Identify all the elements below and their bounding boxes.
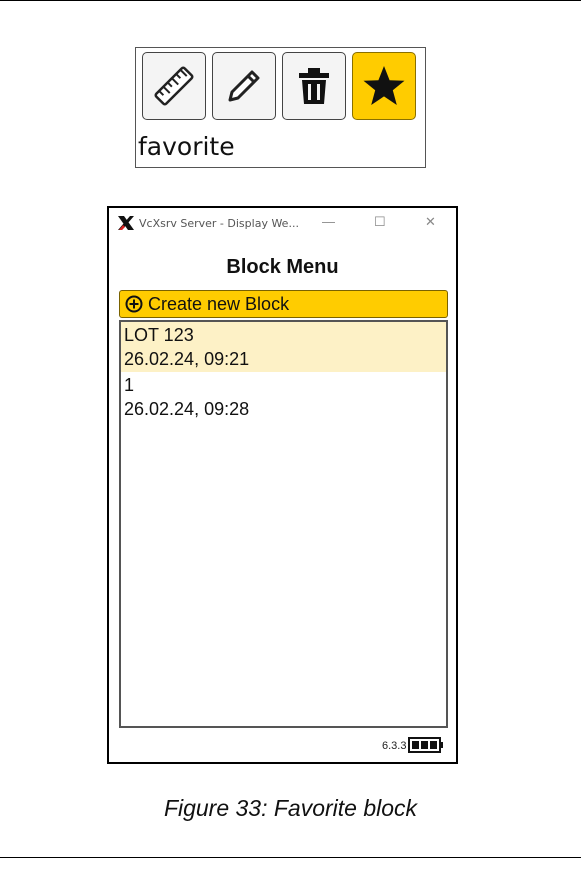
block-name: LOT 123	[124, 325, 194, 345]
figure-caption: Figure 33: Favorite block	[163, 795, 418, 821]
ruler-icon	[154, 66, 194, 106]
maximize-button[interactable]: ☐	[374, 214, 386, 230]
block-name: 1	[124, 375, 135, 395]
top-rule	[0, 0, 581, 1]
create-block-button[interactable]: Create new Block	[119, 290, 448, 318]
bottom-rule	[0, 857, 581, 858]
add-circle-icon	[125, 295, 143, 313]
window-titlebar: VcXsrv Server - Display We... — ☐ ✕	[109, 208, 456, 238]
block-date: 26.02.24, 09:28	[124, 399, 250, 419]
pencil-icon	[228, 70, 260, 102]
trash-icon	[299, 68, 329, 104]
create-block-label: Create new Block	[148, 294, 290, 314]
block-date: 26.02.24, 09:21	[124, 349, 250, 369]
block-list[interactable]: LOT 123 26.02.24, 09:21 1 26.02.24, 09:2…	[119, 320, 448, 728]
favorite-button[interactable]	[352, 52, 416, 120]
list-item[interactable]: LOT 123 26.02.24, 09:21	[121, 322, 446, 372]
measure-button[interactable]	[142, 52, 206, 120]
delete-button[interactable]	[282, 52, 346, 120]
window-title: VcXsrv Server - Display We...	[139, 217, 299, 230]
page-title: Block Menu	[226, 256, 339, 278]
edit-button[interactable]	[212, 52, 276, 120]
toolbar-screenshot: favorite	[135, 47, 426, 168]
vcxsrv-x-icon	[118, 216, 134, 230]
app-window: VcXsrv Server - Display We... — ☐ ✕ Bloc…	[107, 206, 458, 764]
list-item[interactable]: 1 26.02.24, 09:28	[121, 372, 446, 422]
toolbar-caption: favorite	[138, 132, 235, 161]
close-button[interactable]: ✕	[425, 214, 436, 230]
battery-icon	[408, 737, 443, 753]
star-icon	[363, 66, 405, 105]
version-label: 6.3.3	[382, 740, 407, 752]
minimize-button[interactable]: —	[322, 214, 335, 229]
